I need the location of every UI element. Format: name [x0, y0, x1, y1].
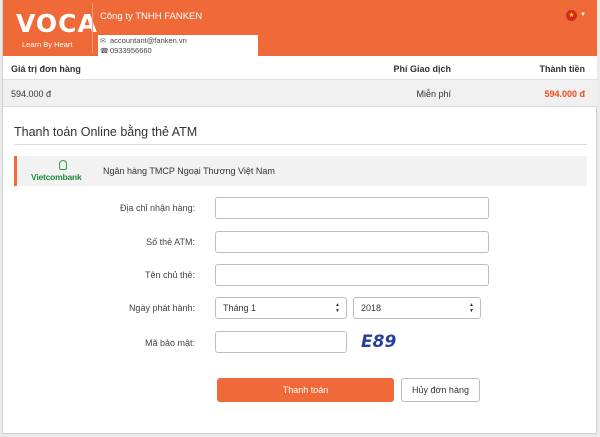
- summary-row: 594.000 đ Miễn phí 594.000 đ: [3, 80, 597, 107]
- order-value: 594.000 đ: [11, 89, 52, 99]
- header-divider: [92, 3, 93, 53]
- address-input[interactable]: [215, 197, 489, 219]
- section-title: Thanh toán Online bằng thẻ ATM: [14, 125, 198, 139]
- captcha-image: E89: [361, 332, 397, 352]
- total-header: Thành tiền: [539, 64, 586, 74]
- security-code-input[interactable]: [215, 331, 347, 353]
- card-holder-label: Tên chủ thẻ:: [144, 270, 195, 280]
- security-code-label: Mã bảo mật:: [144, 338, 195, 348]
- issue-month-select[interactable]: Tháng 1 ▲ ▼: [215, 297, 347, 319]
- payment-window: VOCA Learn By Heart Công ty TNHH FANKEN …: [2, 0, 597, 434]
- logo-word: VOCA: [16, 9, 98, 38]
- vietcombank-mark-icon: [59, 160, 67, 170]
- issue-year-select[interactable]: 2018 ▲ ▼: [353, 297, 481, 319]
- logo-tagline: Learn By Heart: [22, 40, 73, 49]
- phone-text: 0933956660: [110, 46, 152, 55]
- vietcombank-logo: Vietcombank: [31, 160, 93, 184]
- voca-logo[interactable]: VOCA Learn By Heart: [7, 3, 97, 55]
- card-holder-input[interactable]: [215, 264, 489, 286]
- vn-flag-icon[interactable]: ★: [566, 10, 577, 21]
- fee-header: Phí Giao dịch: [393, 64, 451, 74]
- email-text: accountant@fanken.vn: [110, 36, 187, 45]
- cancel-order-button[interactable]: Hủy đơn hàng: [401, 378, 480, 402]
- language-caret-icon[interactable]: ▼: [580, 12, 586, 18]
- address-label: Địa chỉ nhận hàng:: [119, 203, 195, 213]
- vietcombank-logo-text: Vietcombank: [31, 172, 82, 182]
- bank-row: Vietcombank Ngân hàng TMCP Ngoại Thương …: [14, 156, 587, 186]
- select-arrows-icon: ▲ ▼: [335, 302, 340, 314]
- section-divider: [14, 144, 587, 145]
- issue-date-label: Ngày phát hành:: [128, 303, 195, 313]
- total-amount: 594.000 đ: [544, 89, 585, 99]
- bank-name: Ngân hàng TMCP Ngoại Thương Việt Nam: [103, 166, 275, 176]
- card-number-input[interactable]: [215, 231, 489, 253]
- select-arrows-icon: ▲ ▼: [469, 302, 474, 314]
- pay-button[interactable]: Thanh toán: [217, 378, 394, 402]
- contact-phone: ☎0933956660: [98, 45, 258, 56]
- issue-year-value: 2018: [361, 303, 382, 313]
- card-number-label: Số thẻ ATM:: [146, 237, 195, 247]
- order-value-header: Giá trị đơn hàng: [11, 64, 81, 74]
- header-bar: VOCA Learn By Heart Công ty TNHH FANKEN …: [3, 0, 597, 56]
- summary-header: Giá trị đơn hàng Phí Giao dịch Thành tiề…: [3, 56, 597, 80]
- transaction-fee: Miễn phí: [416, 89, 451, 99]
- company-name: Công ty TNHH FANKEN: [100, 11, 203, 22]
- flag-star-icon: ★: [568, 12, 575, 19]
- issue-month-value: Tháng 1: [223, 303, 257, 313]
